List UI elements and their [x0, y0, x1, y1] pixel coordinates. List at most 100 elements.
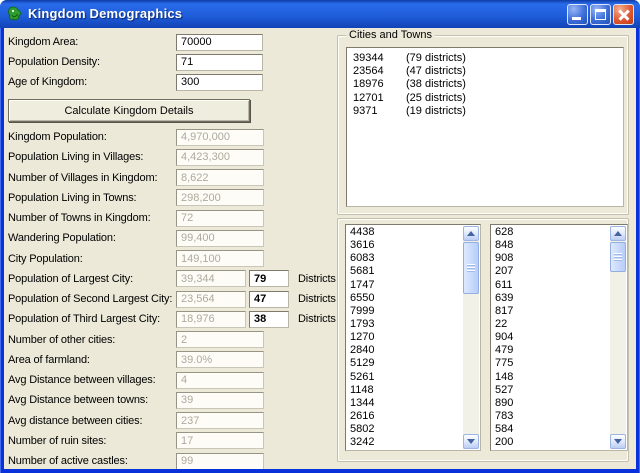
result-row: Population Living in Towns: 298,200 [8, 188, 336, 208]
list-item[interactable]: 783 [491, 410, 610, 423]
list-item[interactable]: 6083 [346, 252, 463, 265]
list-item[interactable]: 817 [491, 305, 610, 318]
arrow-down-icon [467, 439, 475, 444]
result-value: 18,976 [176, 310, 246, 328]
calculate-kingdom-details-button[interactable]: Calculate Kingdom Details [8, 99, 250, 122]
window-controls [567, 4, 634, 25]
cities-and-towns-group: Cities and Towns 39344 (79 districts) 23… [337, 29, 629, 215]
list-item[interactable]: 775 [491, 357, 610, 370]
list-item[interactable]: 4438 [346, 226, 463, 239]
result-row: Number of other cities: 2 [8, 330, 336, 350]
result-row: Number of Villages in Kingdom: 8,622 [8, 168, 336, 188]
list-item[interactable]: 5261 [346, 371, 463, 384]
city-list-item[interactable]: 39344 (79 districts) [347, 51, 623, 64]
list-item[interactable]: 1344 [346, 397, 463, 410]
districts-value: 47 [249, 290, 289, 308]
list-item[interactable]: 527 [491, 384, 610, 397]
list-item[interactable]: 5681 [346, 265, 463, 278]
left-listbox-scrollbar[interactable] [463, 226, 479, 449]
result-value: 4 [176, 371, 264, 389]
districts-value: 79 [249, 270, 289, 288]
city-list-item[interactable]: 18976 (38 districts) [347, 78, 623, 91]
scroll-up-button[interactable] [463, 226, 479, 241]
list-item[interactable]: 5129 [346, 357, 463, 370]
scroll-down-button[interactable] [610, 434, 626, 449]
list-item[interactable]: 2840 [346, 344, 463, 357]
list-item[interactable]: 2616 [346, 410, 463, 423]
result-label: Population Living in Towns: [8, 191, 137, 204]
result-value: 99,400 [176, 229, 264, 247]
field-input[interactable] [176, 53, 263, 71]
city-population: 23564 [353, 65, 384, 78]
list-item[interactable]: 22 [491, 318, 610, 331]
city-population: 18976 [353, 78, 384, 91]
list-item[interactable]: 1270 [346, 331, 463, 344]
list-item[interactable]: 479 [491, 344, 610, 357]
list-item[interactable]: 1793 [346, 318, 463, 331]
result-label: City Population: [8, 252, 83, 265]
right-listbox-items: 628 848 908 207 611 639 817 22 904 479 775 148 527 89… [491, 226, 610, 449]
list-item[interactable]: 207 [491, 265, 610, 278]
app-icon [7, 6, 23, 22]
maximize-button[interactable] [590, 4, 611, 25]
list-item[interactable]: 1148 [346, 384, 463, 397]
list-item[interactable]: 904 [491, 331, 610, 344]
result-label: Population of Third Largest City: [8, 313, 160, 326]
list-item[interactable]: 5802 [346, 423, 463, 436]
list-item[interactable]: 628 [491, 226, 610, 239]
city-districts: (19 districts) [406, 105, 466, 118]
list-item[interactable]: 3242 [346, 436, 463, 449]
result-label: Area of farmland: [8, 353, 90, 366]
city-list-item[interactable]: 12701 (25 districts) [347, 91, 623, 104]
result-row: City Population: 149,100 [8, 249, 336, 269]
list-item[interactable]: 148 [491, 371, 610, 384]
result-row: Wandering Population: 99,400 [8, 228, 336, 248]
city-list-item[interactable]: 23564 (47 districts) [347, 64, 623, 77]
city-districts: (25 districts) [406, 91, 466, 104]
list-item[interactable]: 639 [491, 292, 610, 305]
city-districts: (79 districts) [406, 51, 466, 64]
result-value: 39 [176, 391, 264, 409]
result-label: Number of active castles: [8, 455, 128, 468]
right-listbox-scrollbar[interactable] [610, 226, 626, 449]
list-item[interactable]: 200 [491, 436, 610, 449]
field-input[interactable] [176, 73, 263, 91]
list-item[interactable]: 6550 [346, 292, 463, 305]
city-list-item[interactable]: 9371 (19 districts) [347, 105, 623, 118]
left-listbox[interactable]: 4438 3616 6083 5681 1747 6550 7999 1793 1270 2840… [345, 224, 481, 451]
cities-listbox[interactable]: 39344 (79 districts) 23564 (47 districts… [346, 47, 624, 207]
input-row: Kingdom Area: [8, 32, 263, 52]
scroll-up-button[interactable] [610, 226, 626, 241]
result-value: 8,622 [176, 169, 264, 187]
right-listbox[interactable]: 628 848 908 207 611 639 817 22 904 479 775 148 527 89… [490, 224, 628, 451]
app-window: Kingdom Demographics Kingdom Area: Popul… [0, 0, 640, 473]
result-value: 4,970,000 [176, 128, 264, 146]
list-item[interactable]: 908 [491, 252, 610, 265]
result-row: Avg distance between cities: 237 [8, 411, 336, 431]
close-button[interactable] [613, 4, 634, 25]
arrow-up-icon [614, 231, 622, 236]
result-row: Area of farmland: 39.0% [8, 350, 336, 370]
result-label: Avg Distance between villages: [8, 374, 156, 387]
result-label: Avg Distance between towns: [8, 394, 149, 407]
result-value: 237 [176, 412, 264, 430]
city-districts: (47 districts) [406, 65, 466, 78]
list-item[interactable]: 584 [491, 423, 610, 436]
scrollbar-thumb[interactable] [463, 242, 479, 294]
list-item[interactable]: 611 [491, 279, 610, 292]
list-item[interactable]: 890 [491, 397, 610, 410]
titlebar[interactable]: Kingdom Demographics [0, 0, 640, 28]
scroll-down-button[interactable] [463, 434, 479, 449]
result-label: Number of Towns in Kingdom: [8, 212, 151, 225]
client-area: Kingdom Area: Population Density: Age of… [4, 28, 636, 469]
minimize-button[interactable] [567, 4, 588, 25]
list-item[interactable]: 3616 [346, 239, 463, 252]
result-row: Population Living in Villages: 4,423,300 [8, 147, 336, 167]
list-item[interactable]: 848 [491, 239, 610, 252]
result-label: Avg distance between cities: [8, 414, 143, 427]
field-label: Kingdom Area: [8, 36, 79, 48]
scrollbar-thumb[interactable] [610, 242, 626, 272]
list-item[interactable]: 7999 [346, 305, 463, 318]
list-item[interactable]: 1747 [346, 279, 463, 292]
field-input[interactable] [176, 33, 263, 51]
